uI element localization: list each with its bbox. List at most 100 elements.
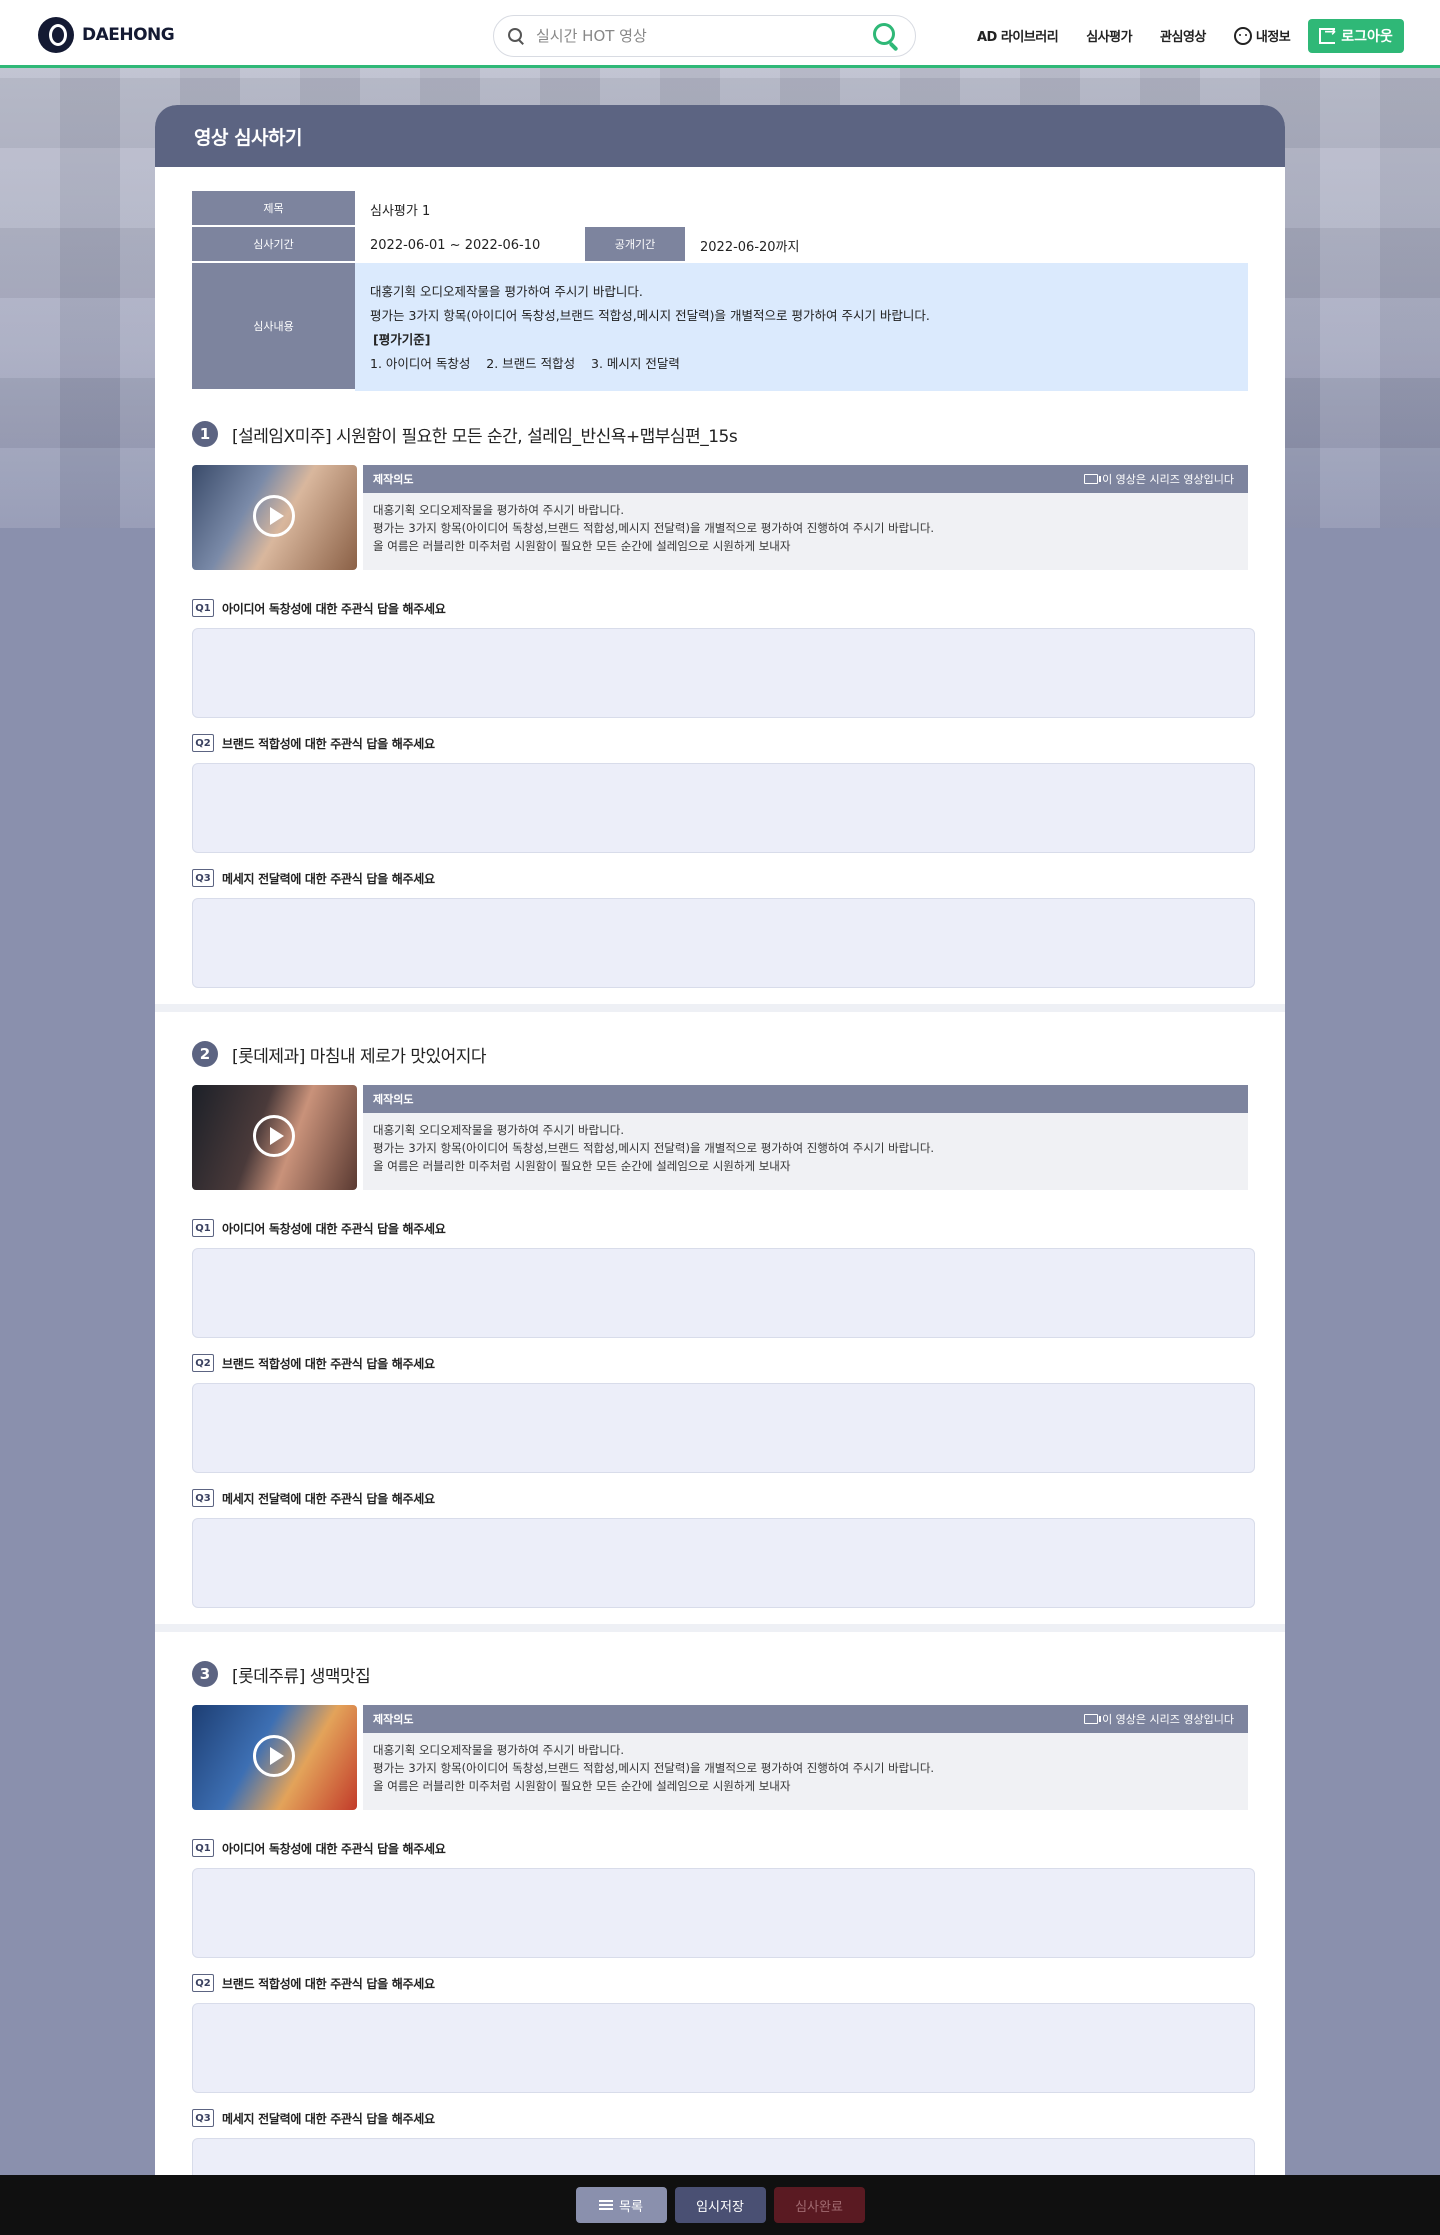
- intent-header: 제작의도 이 영상은 시리즈 영상입니다: [363, 465, 1248, 493]
- video-thumbnail[interactable]: [192, 465, 357, 570]
- intent-body: 대홍기획 오디오제작물을 평가하여 주시기 바랍니다. 평가는 3가지 항목(아…: [363, 493, 1248, 570]
- question-q2: Q2 브랜드 적합성에 대한 주관식 답을 해주세요: [192, 1974, 435, 1992]
- section-divider: [155, 1004, 1285, 1012]
- main-nav: AD 라이브러리 심사평가 관심영상 내정보: [977, 26, 1318, 45]
- intent-label: 제작의도: [373, 1713, 414, 1726]
- list-button[interactable]: 목록: [575, 2187, 667, 2223]
- question-badge: Q1: [192, 1839, 214, 1857]
- question-badge: Q2: [192, 1354, 214, 1372]
- series-note: 이 영상은 시리즈 영상입니다: [1084, 471, 1234, 487]
- menu-icon: [599, 2200, 614, 2210]
- question-text: 아이디어 독창성에 대한 주관식 답을 해주세요: [222, 1221, 446, 1236]
- video-thumbnail[interactable]: [192, 1085, 357, 1190]
- logo-icon: [38, 17, 74, 53]
- nav-favorites[interactable]: 관심영상: [1160, 26, 1206, 45]
- intent-line: 대홍기획 오디오제작물을 평가하여 주시기 바랍니다.: [373, 1743, 625, 1757]
- criteria-title: [평가기준]: [373, 332, 431, 347]
- question-text: 메세지 전달력에 대한 주관식 답을 해주세요: [222, 1491, 435, 1506]
- info-value-content: 대홍기획 오디오제작물을 평가하여 주시기 바랍니다. 평가는 3가지 항목(아…: [355, 263, 1248, 391]
- video-header: 2 [롯데제과] 마침내 제로가 맛있어지다: [192, 1041, 487, 1067]
- criteria-list: 1. 아이디어 독창성 2. 브랜드 적합성 3. 메시지 전달력: [370, 356, 680, 371]
- question-badge: Q3: [192, 869, 214, 887]
- answer-q2-textarea[interactable]: [192, 2003, 1255, 2093]
- answer-q1-textarea[interactable]: [192, 1248, 1255, 1338]
- nav-my-info[interactable]: 내정보: [1233, 26, 1291, 45]
- question-q3: Q3 메세지 전달력에 대한 주관식 답을 해주세요: [192, 1489, 435, 1507]
- intent-body: 대홍기획 오디오제작물을 평가하여 주시기 바랍니다. 평가는 3가지 항목(아…: [363, 1733, 1248, 1810]
- video-number: 1: [192, 421, 218, 447]
- question-text: 메세지 전달력에 대한 주관식 답을 해주세요: [222, 2111, 435, 2126]
- top-header: DAEHONG AD 라이브러리 심사평가 관심영상 내정보 로그아웃: [0, 0, 1440, 68]
- daehong-logo[interactable]: DAEHONG: [38, 17, 175, 53]
- info-row-content: 심사내용 대홍기획 오디오제작물을 평가하여 주시기 바랍니다. 평가는 3가지…: [192, 263, 1248, 391]
- question-text: 브랜드 적합성에 대한 주관식 답을 해주세요: [222, 736, 435, 751]
- intent-line: 올 여름은 러블리한 미주처럼 시원함이 필요한 모든 순간에 설레임으로 시원…: [373, 539, 791, 553]
- answer-q3-textarea[interactable]: [192, 1518, 1255, 1608]
- video-thumbnail[interactable]: [192, 1705, 357, 1810]
- review-complete-button[interactable]: 심사완료: [773, 2187, 865, 2223]
- play-icon[interactable]: [253, 1115, 295, 1157]
- video-number: 3: [192, 1661, 218, 1687]
- search-bar: [493, 15, 916, 57]
- logout-icon: [1319, 24, 1336, 44]
- nav-ad-library[interactable]: AD 라이브러리: [977, 26, 1059, 45]
- question-text: 브랜드 적합성에 대한 주관식 답을 해주세요: [222, 1356, 435, 1371]
- nav-review[interactable]: 심사평가: [1086, 26, 1132, 45]
- intent-line: 평가는 3가지 항목(아이디어 독창성,브랜드 적합성,메시지 전달력)을 개별…: [373, 521, 935, 535]
- intent-label: 제작의도: [373, 473, 414, 486]
- section-divider: [155, 1624, 1285, 1632]
- series-note: 이 영상은 시리즈 영상입니다: [1084, 1711, 1234, 1727]
- answer-q1-textarea[interactable]: [192, 1868, 1255, 1958]
- question-q3: Q3 메세지 전달력에 대한 주관식 답을 해주세요: [192, 869, 435, 887]
- production-intent: 제작의도 대홍기획 오디오제작물을 평가하여 주시기 바랍니다. 평가는 3가지…: [363, 1085, 1248, 1190]
- review-panel: 영상 심사하기 제목 심사평가 1 심사기간 2022-06-01 ~ 2022…: [155, 105, 1285, 2235]
- bottom-action-bar: 목록 임시저장 심사완료: [0, 2175, 1440, 2235]
- question-q2: Q2 브랜드 적합성에 대한 주관식 답을 해주세요: [192, 734, 435, 752]
- intent-header: 제작의도 이 영상은 시리즈 영상입니다: [363, 1705, 1248, 1733]
- intent-header: 제작의도: [363, 1085, 1248, 1113]
- temp-save-button[interactable]: 임시저장: [674, 2187, 766, 2223]
- intent-body: 대홍기획 오디오제작물을 평가하여 주시기 바랍니다. 평가는 3가지 항목(아…: [363, 1113, 1248, 1190]
- question-badge: Q3: [192, 2109, 214, 2127]
- info-value-open: 2022-06-20까지: [700, 239, 800, 255]
- video-header: 1 [설레임X미주] 시원함이 필요한 모든 순간, 설레임_반신욕+맵부심편_…: [192, 421, 738, 447]
- search-icon: [508, 28, 524, 44]
- question-badge: Q1: [192, 599, 214, 617]
- video-title: [롯데주류] 생맥맛집: [232, 1666, 371, 1687]
- video-title: [설레임X미주] 시원함이 필요한 모든 순간, 설레임_반신욕+맵부심편_15…: [232, 426, 738, 447]
- series-video-icon: [1084, 1714, 1102, 1724]
- info-row-period: 심사기간 2022-06-01 ~ 2022-06-10 공개기간 2022-0…: [192, 227, 1248, 263]
- video-title: [롯데제과] 마침내 제로가 맛있어지다: [232, 1046, 487, 1067]
- question-text: 메세지 전달력에 대한 주관식 답을 해주세요: [222, 871, 435, 886]
- question-badge: Q3: [192, 1489, 214, 1507]
- intent-label: 제작의도: [373, 1093, 414, 1106]
- search-input[interactable]: [536, 27, 871, 45]
- question-text: 브랜드 적합성에 대한 주관식 답을 해주세요: [222, 1976, 435, 1991]
- content-line-1: 대홍기획 오디오제작물을 평가하여 주시기 바랍니다.: [370, 284, 643, 299]
- intent-line: 평가는 3가지 항목(아이디어 독창성,브랜드 적합성,메시지 전달력)을 개별…: [373, 1761, 935, 1775]
- question-badge: Q2: [192, 1974, 214, 1992]
- search-submit-icon[interactable]: [871, 21, 901, 51]
- question-badge: Q2: [192, 734, 214, 752]
- play-icon[interactable]: [253, 1735, 295, 1777]
- logout-label: 로그아웃: [1341, 29, 1393, 45]
- user-face-icon: [1233, 26, 1252, 45]
- video-header: 3 [롯데주류] 생맥맛집: [192, 1661, 371, 1687]
- intent-line: 올 여름은 러블리한 미주처럼 시원함이 필요한 모든 순간에 설레임으로 시원…: [373, 1159, 791, 1173]
- info-row-title: 제목 심사평가 1: [192, 191, 1248, 227]
- info-value-title: 심사평가 1: [370, 203, 431, 219]
- content-line-2: 평가는 3가지 항목(아이디어 독창성,브랜드 적합성,메시지 전달력)을 개별…: [370, 308, 930, 323]
- logout-button[interactable]: 로그아웃: [1308, 19, 1404, 53]
- answer-q1-textarea[interactable]: [192, 628, 1255, 718]
- play-icon[interactable]: [253, 495, 295, 537]
- info-label-title: 제목: [192, 191, 355, 227]
- answer-q2-textarea[interactable]: [192, 1383, 1255, 1473]
- question-q2: Q2 브랜드 적합성에 대한 주관식 답을 해주세요: [192, 1354, 435, 1372]
- answer-q3-textarea[interactable]: [192, 898, 1255, 988]
- info-value-period: 2022-06-01 ~ 2022-06-10: [370, 237, 541, 253]
- question-text: 아이디어 독창성에 대한 주관식 답을 해주세요: [222, 601, 446, 616]
- question-q1: Q1 아이디어 독창성에 대한 주관식 답을 해주세요: [192, 1219, 446, 1237]
- answer-q2-textarea[interactable]: [192, 763, 1255, 853]
- logo-text: DAEHONG: [82, 25, 175, 45]
- production-intent: 제작의도 이 영상은 시리즈 영상입니다 대홍기획 오디오제작물을 평가하여 주…: [363, 465, 1248, 570]
